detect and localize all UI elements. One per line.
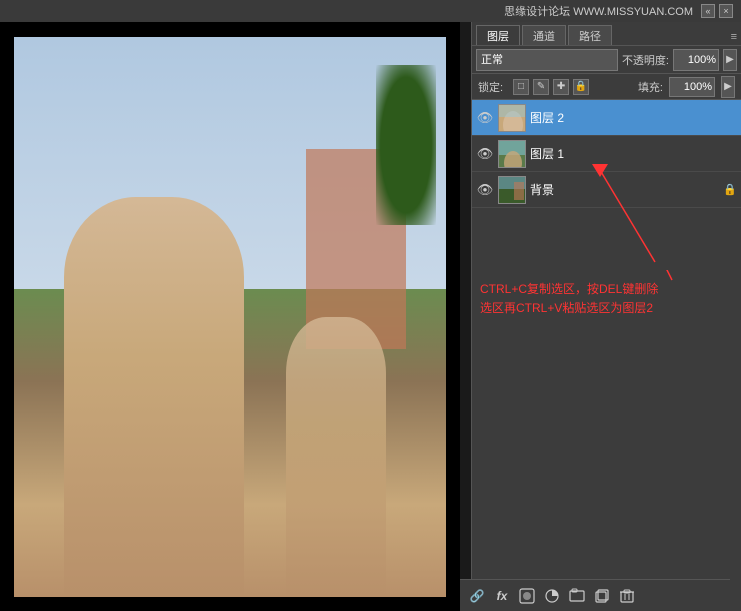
opacity-arrow[interactable]: ▶ bbox=[723, 49, 737, 71]
fill-arrow[interactable]: ▶ bbox=[721, 76, 735, 98]
statue-main bbox=[64, 197, 244, 597]
fill-input[interactable] bbox=[669, 77, 715, 97]
lock-transparent-icon[interactable]: □ bbox=[513, 79, 529, 95]
group-layers-button[interactable] bbox=[566, 585, 588, 607]
lock-label: 锁定: bbox=[478, 79, 503, 95]
layer-1-thumbnail bbox=[498, 140, 526, 168]
top-bar: 思缘设计论坛 WWW.MISSYUAN.COM « × bbox=[0, 0, 741, 22]
layer-item-2[interactable]: 👁 图层 2 bbox=[472, 100, 741, 136]
bottom-tools-group: 🔗 fx bbox=[466, 585, 638, 607]
lock-icons-group: □ ✎ ✚ 🔒 bbox=[513, 79, 589, 95]
layers-list[interactable]: 👁 图层 2 👁 图层 1 bbox=[472, 100, 741, 260]
statue-secondary bbox=[286, 317, 386, 597]
layer-2-name: 图层 2 bbox=[530, 109, 737, 126]
lock-all-icon[interactable]: 🔒 bbox=[573, 79, 589, 95]
add-mask-button[interactable] bbox=[516, 585, 538, 607]
fx-button[interactable]: fx bbox=[491, 585, 513, 607]
lock-row: 锁定: □ ✎ ✚ 🔒 填充: ▶ bbox=[472, 74, 741, 100]
annotation-text: CTRL+C复制选区，按DEL键删除选区再CTRL+V粘贴选区为图层2 bbox=[480, 280, 658, 318]
layer-1-name: 图层 1 bbox=[530, 145, 737, 162]
layer-item-bg[interactable]: 👁 背景 🔒 bbox=[472, 172, 741, 208]
layer-item-1[interactable]: 👁 图层 1 bbox=[472, 136, 741, 172]
blend-mode-select[interactable]: 正常 溶解 正片叠底 滤色 bbox=[476, 49, 618, 71]
tree-element bbox=[376, 65, 436, 225]
annotation-area: CTRL+C复制选区，按DEL键删除选区再CTRL+V粘贴选区为图层2 bbox=[472, 260, 741, 390]
lock-paint-icon[interactable]: ✎ bbox=[533, 79, 549, 95]
opacity-input[interactable] bbox=[673, 49, 719, 71]
delete-layer-button[interactable] bbox=[616, 585, 638, 607]
layer-1-visibility-icon[interactable]: 👁 bbox=[476, 145, 494, 163]
new-layer-button[interactable] bbox=[591, 585, 613, 607]
lock-move-icon[interactable]: ✚ bbox=[553, 79, 569, 95]
layer-bg-visibility-icon[interactable]: 👁 bbox=[476, 181, 494, 199]
panel-tabs-bar: 图层 通道 路径 ≡ bbox=[472, 22, 741, 46]
layers-panel: 图层 通道 路径 ≡ 正常 溶解 正片叠底 滤色 不透明度: ▶ 锁定: □ ✎… bbox=[471, 22, 741, 611]
layer-bg-lock-icon: 🔒 bbox=[723, 183, 737, 196]
close-button[interactable]: × bbox=[719, 4, 733, 18]
photo-area bbox=[0, 22, 460, 611]
tab-channels[interactable]: 通道 bbox=[522, 25, 566, 45]
adjustment-button[interactable] bbox=[541, 585, 563, 607]
collapse-button[interactable]: « bbox=[701, 4, 715, 18]
layer-bg-thumbnail bbox=[498, 176, 526, 204]
tab-paths[interactable]: 路径 bbox=[568, 25, 612, 45]
canvas-image bbox=[14, 37, 446, 597]
panel-menu-icon[interactable]: ≡ bbox=[731, 31, 737, 45]
site-text: 思缘设计论坛 WWW.MISSYUAN.COM bbox=[504, 3, 693, 19]
panel-bottom-toolbar: 🔗 fx bbox=[460, 579, 730, 611]
tab-layers[interactable]: 图层 bbox=[476, 25, 520, 45]
layer-2-thumbnail bbox=[498, 104, 526, 132]
link-layers-button[interactable]: 🔗 bbox=[466, 585, 488, 607]
layer-2-visibility-icon[interactable]: 👁 bbox=[476, 109, 494, 127]
fill-label: 填充: bbox=[638, 79, 663, 95]
layer-bg-name: 背景 bbox=[530, 181, 719, 198]
window-controls: « × bbox=[701, 4, 733, 18]
layer-controls-row: 正常 溶解 正片叠底 滤色 不透明度: ▶ bbox=[472, 46, 741, 74]
opacity-label: 不透明度: bbox=[622, 52, 669, 68]
annotation-arrow-svg bbox=[472, 270, 741, 390]
